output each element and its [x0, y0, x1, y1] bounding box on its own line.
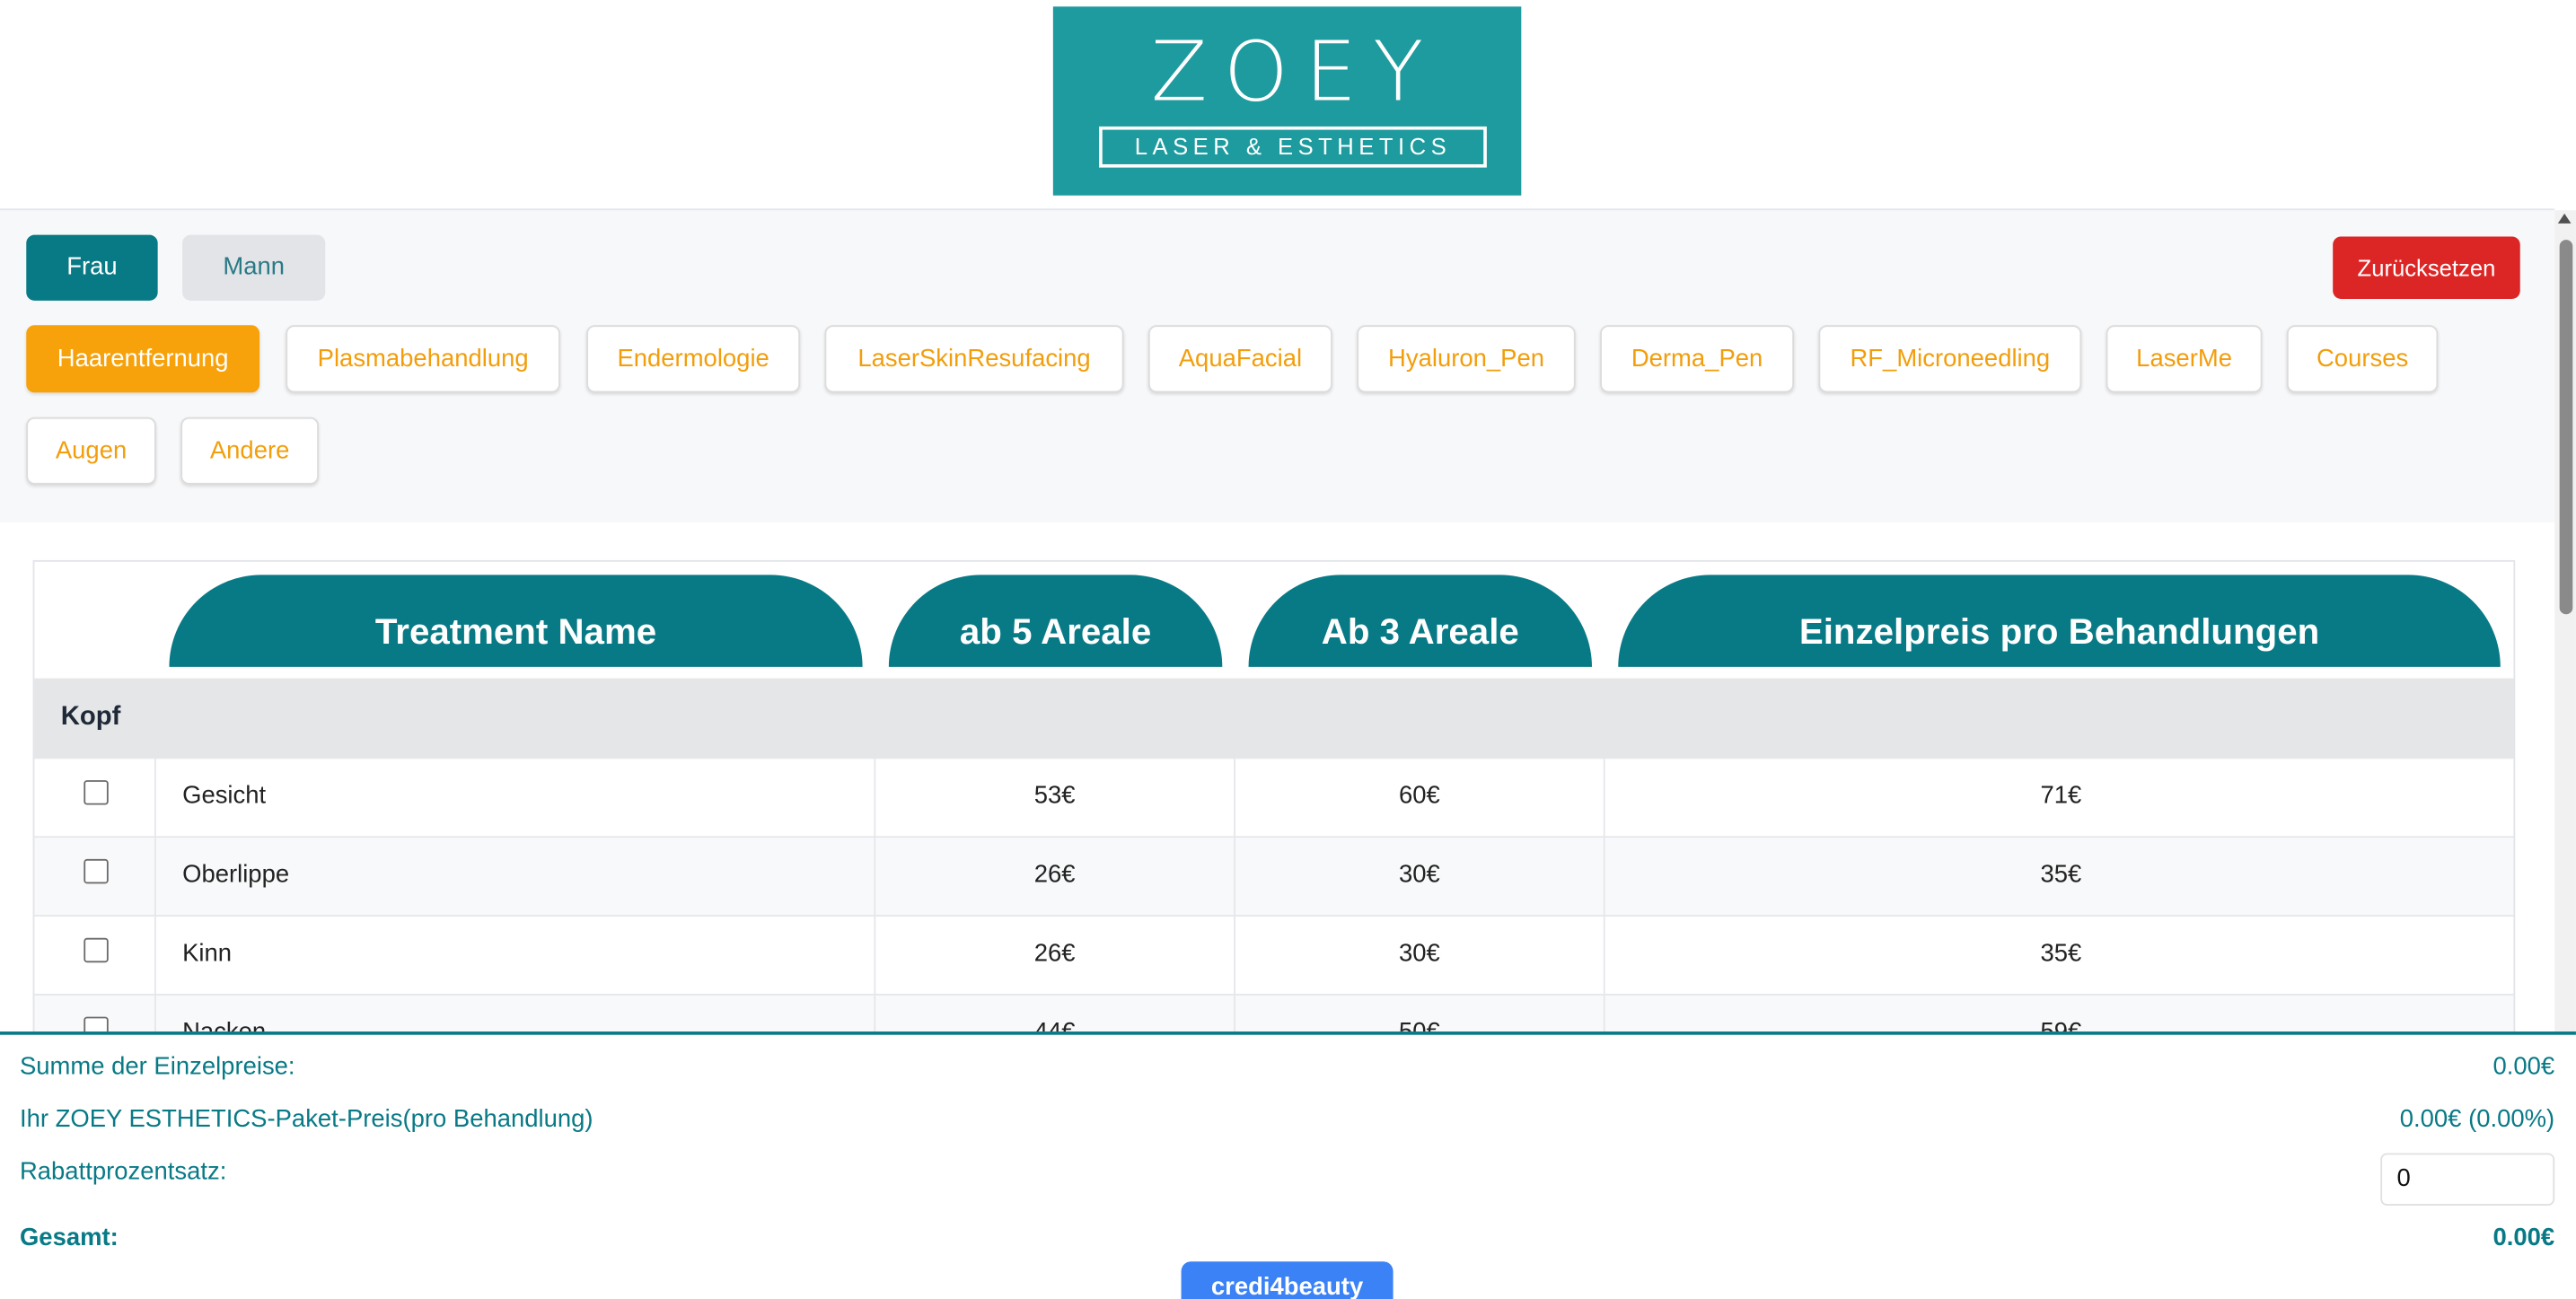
price-single: 35€ — [2040, 860, 2082, 889]
price-ab3: 60€ — [1235, 759, 1605, 838]
category-laserskinresufacing[interactable]: LaserSkinResufacing — [824, 325, 1124, 393]
checkbox-cell — [34, 759, 156, 838]
scrollbar-thumb[interactable] — [2559, 240, 2573, 615]
category-laserme[interactable]: LaserMe — [2106, 325, 2263, 393]
price-ab5: 26€ — [875, 838, 1235, 917]
summary-footer: Summe der Einzelpreise: 0.00€ Ihr ZOEY E… — [0, 1031, 2576, 1299]
price-ab5: 53€ — [875, 759, 1235, 838]
row-checkbox[interactable] — [84, 937, 109, 963]
category-hyaluron-pen[interactable]: Hyaluron_Pen — [1357, 325, 1576, 393]
sum-label: Summe der Einzelpreise: — [19, 1052, 295, 1081]
category-courses[interactable]: Courses — [2286, 325, 2439, 393]
section-label: Kopf — [60, 703, 121, 732]
scroll-up-arrow-icon[interactable] — [2557, 213, 2572, 224]
checkbox-cell — [34, 916, 156, 996]
logo-tagline: LASER & ESTHETICS — [1099, 126, 1487, 168]
price-table: Treatment Name ab 5 Areale Ab 3 Areale E… — [32, 559, 2516, 1053]
column-header-treatment-name: Treatment Name — [169, 575, 863, 667]
category-rf-microneedling[interactable]: RF_Microneedling — [1818, 325, 2082, 393]
price-ab5: 26€ — [875, 916, 1235, 996]
category-augen[interactable]: Augen — [26, 417, 156, 485]
price-ab3: 30€ — [1235, 916, 1605, 996]
column-header-einzelpreis: Einzelpreis pro Behandlungen — [1618, 575, 2501, 667]
package-value: 0.00€ (0.00%) — [2399, 1105, 2555, 1134]
checkbox-cell — [34, 838, 156, 917]
category-haarentfernung[interactable]: Haarentfernung — [26, 325, 260, 393]
app-root: ZOEY LASER & ESTHETICS Frau Mann Zurücks… — [0, 0, 2576, 1299]
section-row-kopf: Kopf — [34, 678, 2514, 758]
table-row: Oberlippe 26€ 30€ 35€ — [34, 836, 2514, 917]
row-checkbox[interactable] — [84, 858, 109, 884]
category-aquafacial[interactable]: AquaFacial — [1147, 325, 1332, 393]
total-label: Gesamt: — [19, 1224, 119, 1252]
discount-input[interactable]: 0 — [2380, 1153, 2555, 1206]
credi4beauty-button[interactable]: credi4beauty — [1181, 1261, 1394, 1299]
filter-panel: Frau Mann Zurücksetzen Haarentfernung Pl… — [0, 208, 2555, 522]
discount-label: Rabattprozentsatz: — [19, 1157, 227, 1187]
header: ZOEY LASER & ESTHETICS — [0, 0, 2576, 207]
price-single: 35€ — [2040, 939, 2082, 968]
reset-button[interactable]: Zurücksetzen — [2333, 236, 2520, 300]
zoey-logo[interactable]: ZOEY LASER & ESTHETICS — [1052, 6, 1522, 196]
price-single: 71€ — [2040, 781, 2082, 811]
category-andere[interactable]: Andere — [180, 417, 319, 485]
treatment-name: Kinn — [156, 916, 876, 996]
gender-frau-button[interactable]: Frau — [26, 234, 158, 301]
category-endermologie[interactable]: Endermologie — [586, 325, 801, 393]
category-plasmabehandlung[interactable]: Plasmabehandlung — [286, 325, 560, 393]
treatment-name: Gesicht — [156, 759, 876, 838]
row-checkbox[interactable] — [84, 780, 109, 805]
table-row: Kinn 26€ 30€ 35€ — [34, 915, 2514, 996]
total-value: 0.00€ — [2492, 1224, 2555, 1252]
category-derma-pen[interactable]: Derma_Pen — [1600, 325, 1795, 393]
logo-word: ZOEY — [1150, 24, 1440, 120]
gender-mann-button[interactable]: Mann — [182, 234, 326, 301]
sum-value: 0.00€ — [2492, 1052, 2555, 1081]
column-header-ab-3-areale: Ab 3 Areale — [1248, 575, 1592, 667]
package-label: Ihr ZOEY ESTHETICS-Paket-Preis(pro Behan… — [19, 1105, 593, 1134]
treatment-name: Oberlippe — [156, 838, 876, 917]
price-ab3: 30€ — [1235, 838, 1605, 917]
table-row: Gesicht 53€ 60€ 71€ — [34, 757, 2514, 838]
column-header-ab-5-areale: ab 5 Areale — [888, 575, 1223, 667]
